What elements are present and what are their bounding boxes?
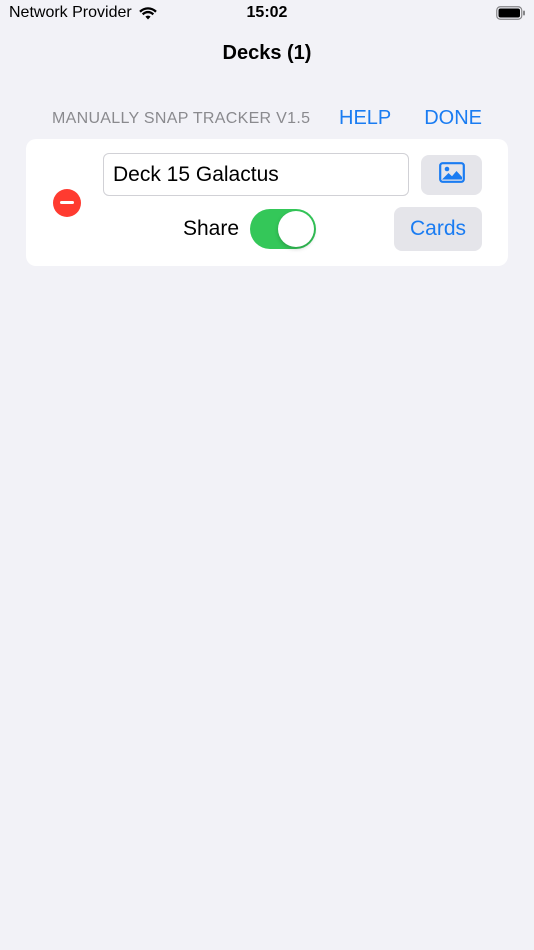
cards-button[interactable]: Cards (394, 207, 482, 251)
minus-circle-icon (60, 201, 74, 204)
deck-name-field[interactable] (103, 153, 409, 196)
done-button[interactable]: DONE (424, 107, 482, 130)
section-header: MANUALLY SNAP TRACKER V1.5 HELP DONE (52, 104, 482, 134)
deck-image-button[interactable] (421, 155, 482, 195)
page-title: Decks (1) (222, 42, 312, 64)
delete-deck-button[interactable] (53, 189, 81, 217)
share-label: Share (183, 217, 240, 240)
battery-icon (496, 6, 526, 20)
photo-icon (438, 162, 465, 188)
help-button[interactable]: HELP (339, 107, 391, 130)
version-label: MANUALLY SNAP TRACKER V1.5 (52, 110, 311, 127)
share-toggle[interactable] (250, 209, 316, 249)
status-bar: Network Provider 15:02 (0, 0, 534, 28)
deck-row: Share Cards (26, 139, 508, 266)
status-time: 15:02 (246, 4, 288, 21)
toggle-knob (278, 211, 314, 247)
